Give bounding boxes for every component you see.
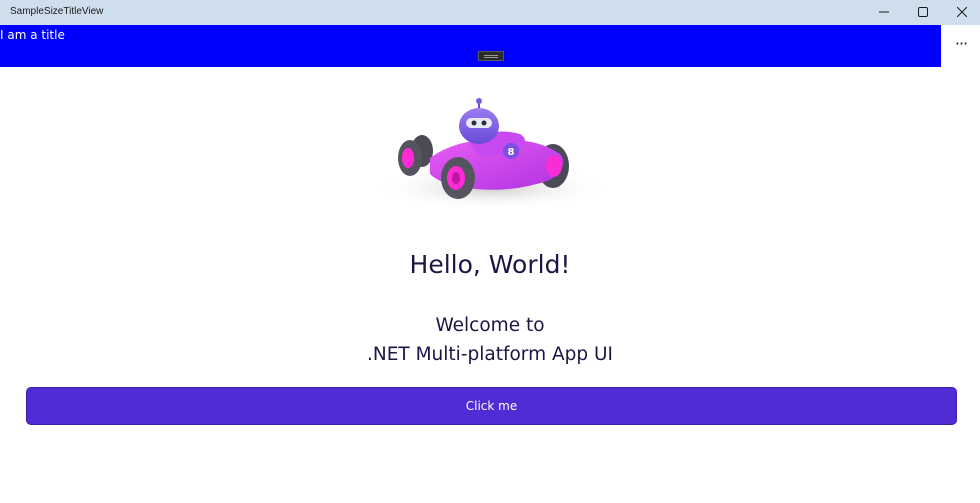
more-options-icon: ··· (954, 34, 968, 53)
minimize-icon (879, 11, 889, 13)
welcome-line-2: .NET Multi-platform App UI (367, 344, 613, 365)
svg-text:8: 8 (508, 147, 515, 158)
maximize-icon (918, 7, 928, 17)
title-view: I am a title (0, 25, 941, 67)
close-icon (957, 7, 967, 17)
minimize-button[interactable] (862, 0, 906, 25)
close-button[interactable] (940, 0, 980, 25)
dotnet-bot-image: 8 (374, 98, 610, 210)
click-me-button[interactable]: Click me (26, 387, 957, 425)
pane-toggle-icon[interactable] (478, 51, 504, 61)
window-title: SampleSizeTitleView (10, 6, 104, 17)
hello-heading: Hello, World! (409, 250, 571, 279)
maximize-button[interactable] (901, 0, 945, 25)
title-view-text: I am a title (0, 28, 65, 42)
welcome-line-1: Welcome to (435, 315, 545, 336)
welcome-text: Welcome to .NET Multi-platform App UI (0, 311, 980, 369)
app-window: SampleSizeTitleView I am a title ··· 8 H… (0, 0, 980, 503)
more-options-button[interactable]: ··· (946, 30, 976, 58)
window-titlebar[interactable]: SampleSizeTitleView (0, 0, 980, 25)
